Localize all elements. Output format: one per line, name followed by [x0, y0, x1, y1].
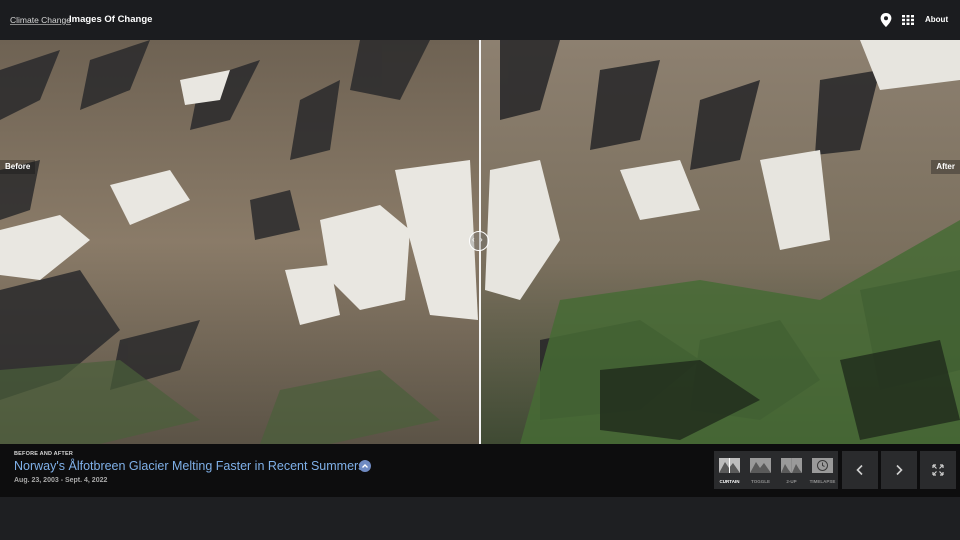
view-mode-switcher: CURTAIN TOGGLE 2-UP TIMELAPSE — [714, 451, 838, 489]
mode-toggle-label: TOGGLE — [751, 479, 770, 484]
grid-icon[interactable] — [902, 15, 914, 25]
page-background — [0, 497, 960, 540]
fullscreen-button[interactable] — [920, 451, 956, 489]
after-label: After — [931, 160, 960, 174]
clock-icon — [812, 458, 833, 473]
mode-timelapse-label: TIMELAPSE — [809, 479, 836, 484]
mode-curtain-button[interactable]: CURTAIN — [714, 451, 745, 489]
toggle-icon — [750, 458, 771, 473]
mode-curtain-label: CURTAIN — [719, 479, 740, 484]
mode-timelapse-button[interactable]: TIMELAPSE — [807, 451, 838, 489]
breadcrumb-climate-change[interactable]: Climate Change — [10, 15, 71, 25]
fullscreen-icon — [932, 464, 944, 476]
before-label: Before — [0, 160, 36, 174]
two-up-icon — [781, 458, 802, 473]
caption-title[interactable]: Norway's Ålfotbreen Glacier Melting Fast… — [14, 459, 364, 473]
chevron-right-icon — [896, 464, 903, 476]
map-pin-icon[interactable] — [880, 13, 892, 27]
chevron-left-icon — [856, 464, 863, 476]
mode-toggle-button[interactable]: TOGGLE — [745, 451, 776, 489]
mode-two-up-label: 2-UP — [786, 479, 797, 484]
mode-two-up-button[interactable]: 2-UP — [776, 451, 807, 489]
next-button[interactable] — [881, 451, 917, 489]
previous-button[interactable] — [842, 451, 878, 489]
about-link[interactable]: About — [925, 15, 948, 24]
curtain-icon — [719, 458, 740, 473]
caption-dates: Aug. 23, 2003 - Sept. 4, 2022 — [14, 477, 108, 484]
caption-bar: BEFORE AND AFTER Norway's Ålfotbreen Gla… — [0, 444, 960, 497]
caption-kicker: BEFORE AND AFTER — [14, 451, 74, 457]
page-title[interactable]: Images Of Change — [69, 14, 152, 25]
drag-handle-icon[interactable]: ‹ › — [469, 231, 489, 251]
chevron-up-icon[interactable] — [359, 460, 371, 472]
top-navigation-bar: Climate Change Images Of Change About — [0, 0, 960, 40]
